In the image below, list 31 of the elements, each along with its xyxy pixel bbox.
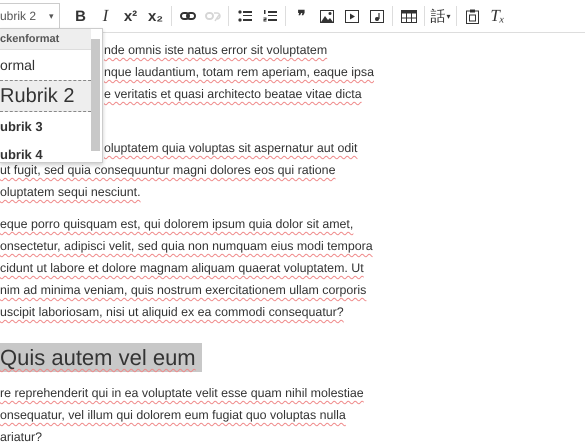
format-button[interactable]: B bbox=[68, 5, 92, 27]
text-line: nque laudantium, totam rem aperiam, eaque ipsa bbox=[104, 64, 374, 81]
format-button[interactable]: I bbox=[94, 5, 118, 27]
heading-text: Quis autem vel eum bbox=[0, 343, 202, 372]
format-dropdown[interactable]: ubrik 2 ▾ bbox=[0, 3, 60, 29]
text-line: oluptatem sequi nesciunt. bbox=[0, 184, 141, 201]
scrollbar-thumb[interactable] bbox=[91, 39, 100, 151]
format-button[interactable]: Tₓ bbox=[486, 5, 510, 27]
format-button[interactable]: x² bbox=[118, 5, 142, 27]
text-line: cidunt ut labore et dolore magnam aliquam quaerat voluptatem. Ut bbox=[0, 260, 364, 277]
language-button[interactable]: 話▾ bbox=[428, 5, 452, 27]
menu-item[interactable]: ubrik 4 bbox=[0, 141, 91, 162]
text-line: e veritatis et quasi architecto beatae vitae dicta bbox=[104, 86, 362, 103]
dropdown-value: ubrik 2 bbox=[0, 9, 36, 23]
menu-item[interactable]: ubrik 3 bbox=[0, 112, 91, 141]
caret-icon: ▾ bbox=[49, 11, 54, 21]
menu-header: ckenformat bbox=[0, 29, 91, 50]
text-line: onsectetur, adipisci velit, sed quia non numquam eius modi tempora bbox=[0, 238, 373, 255]
menu-item[interactable]: Rubrik 2 bbox=[0, 80, 91, 112]
text-line: ut fugit, sed quia consequuntur magni dolores eos qui ratione bbox=[0, 162, 336, 179]
menu-item[interactable]: ormal bbox=[0, 50, 91, 80]
text-line: nde omnis iste natus error sit voluptatem bbox=[104, 42, 328, 59]
text-line: eque porro quisquam est, qui dolorem ipsum quia dolor sit amet, bbox=[0, 216, 354, 233]
text-line: oluptatem quia voluptas sit aspernatur aut odit bbox=[104, 140, 358, 157]
text-line: ariatur? bbox=[0, 429, 42, 442]
text-line: nim ad minima veniam, quis nostrum exercitationem ullam corporis bbox=[0, 282, 366, 299]
format-button[interactable]: x₂ bbox=[144, 5, 168, 27]
text-line: onsequatur, vel illum qui dolorem eum fugiat quo voluptas nulla bbox=[0, 407, 346, 424]
text-line: uscipit laboriosam, nisi ut aliquid ex ea commodi consequatur? bbox=[0, 304, 344, 321]
format-button[interactable]: ❞ bbox=[290, 5, 314, 27]
text-line: re reprehenderit qui in ea voluptate velit esse quam nihil molestiae bbox=[0, 385, 364, 402]
